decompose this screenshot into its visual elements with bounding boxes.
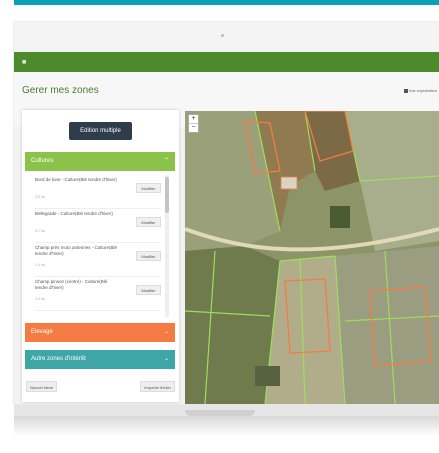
satellite-map[interactable]: + −: [185, 111, 439, 404]
view-toggle[interactable]: Vue exploitation: [403, 88, 437, 93]
section-elevage-label: Elevage: [31, 329, 53, 335]
edit-button[interactable]: Modifier: [136, 217, 161, 227]
item-area: 2,5 ha: [35, 195, 45, 199]
list-item: Bellegrade - Culture(Blé tendre d'hiver)…: [35, 209, 161, 243]
page-title: Gerer mes zones: [22, 85, 99, 96]
new-zone-button[interactable]: Nouvel élevé: [26, 381, 58, 392]
zones-panel: Edition multiple Cultures ⌃ Bord de lune…: [22, 110, 179, 402]
list-item: Champ pinson (centre) - Culture(Blé tend…: [35, 277, 161, 311]
cultures-list: Bord de lune - Culture(Blé tendre d'hive…: [25, 171, 175, 319]
zoom-control: + −: [188, 114, 199, 133]
section-cultures[interactable]: Cultures ⌃: [25, 152, 175, 171]
view-toggle-icon: [403, 88, 408, 93]
browser-bar: [14, 22, 439, 52]
chevron-down-icon: ⌄: [163, 356, 169, 362]
edit-button[interactable]: Modifier: [136, 285, 161, 295]
section-autre-zones[interactable]: Autre zones d'intérêt ⌄: [25, 350, 175, 369]
item-name: Champ près moto antennes - Culture(Blé t…: [35, 245, 118, 256]
section-cultures-label: Cultures: [31, 158, 54, 164]
item-area: 2,4 ha: [35, 297, 45, 301]
chevron-down-icon: ⌄: [163, 329, 169, 335]
list-item: Champ près moto antennes - Culture(Blé t…: [35, 243, 161, 277]
item-name: Bellegrade - Culture(Blé tendre d'hiver): [35, 211, 113, 216]
item-name: Champ pinson (centre) - Culture(Blé tend…: [35, 279, 108, 290]
item-area: 3,7 ha: [35, 229, 45, 233]
view-toggle-label: Vue exploitation: [408, 88, 437, 93]
list-scrollbar[interactable]: [165, 175, 169, 317]
list-item: Bord de lune - Culture(Blé tendre d'hive…: [35, 175, 161, 209]
item-area: 1,4 ha: [35, 263, 45, 267]
laptop-screen: ■ Gerer mes zones Vue exploitation Editi…: [14, 22, 439, 404]
camera-dot: [221, 34, 224, 37]
app-header: ■: [14, 52, 439, 72]
zoom-out-button[interactable]: −: [189, 123, 198, 132]
laptop-shadow: [14, 416, 439, 436]
edit-button[interactable]: Modifier: [136, 251, 161, 261]
edit-button[interactable]: Modifier: [136, 183, 161, 193]
import-file-button[interactable]: Importer fichier: [140, 381, 175, 392]
multi-edit-button[interactable]: Edition multiple: [69, 122, 132, 140]
section-autre-zones-label: Autre zones d'intérêt: [31, 356, 86, 362]
scroll-thumb[interactable]: [165, 177, 169, 213]
zoom-in-button[interactable]: +: [189, 115, 198, 123]
top-accent-strip: [14, 0, 439, 5]
menu-icon[interactable]: ■: [22, 59, 26, 66]
section-elevage[interactable]: Elevage ⌄: [25, 323, 175, 342]
item-name: Bord de lune - Culture(Blé tendre d'hive…: [35, 177, 117, 182]
chevron-up-icon: ⌃: [163, 158, 169, 164]
map-imagery: [185, 111, 439, 404]
